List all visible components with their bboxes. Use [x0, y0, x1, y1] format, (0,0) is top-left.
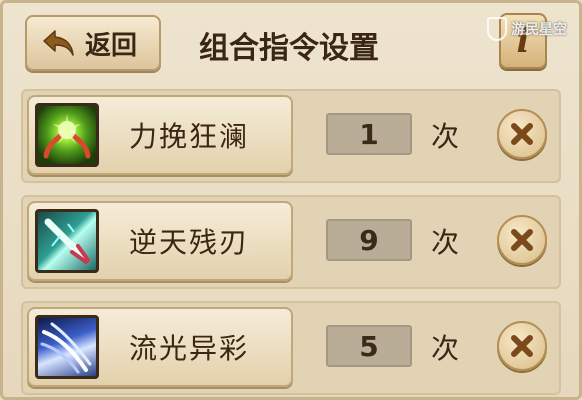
remove-button[interactable] [497, 215, 547, 265]
green-energy-hands-icon [35, 103, 99, 167]
skill-name: 力挽狂澜 [129, 120, 250, 153]
blue-claw-streaks-icon [35, 315, 99, 379]
skill-button[interactable]: 力挽狂澜 [27, 95, 293, 175]
page-title: 组合指令设置 [199, 31, 379, 66]
times-label: 次 [431, 120, 460, 153]
combo-command-panel: 返回 组合指令设置 i 游民星空 力挽狂澜 1 次 逆天残刃 9 次 流光异彩 … [0, 0, 582, 400]
skill-button[interactable]: 逆天残刃 [27, 201, 293, 281]
remove-button[interactable] [497, 321, 547, 371]
count-value[interactable]: 5 [326, 325, 412, 367]
command-row: 流光异彩 5 次 [21, 301, 561, 395]
times-label: 次 [431, 332, 460, 365]
watermark-logo-icon [487, 17, 507, 41]
count-value[interactable]: 9 [326, 219, 412, 261]
command-row: 逆天残刃 9 次 [21, 195, 561, 289]
count-value[interactable]: 1 [326, 113, 412, 155]
header-bar: 返回 组合指令设置 i 游民星空 [3, 3, 579, 81]
skill-button[interactable]: 流光异彩 [27, 307, 293, 387]
back-button-label: 返回 [85, 30, 138, 61]
close-icon [511, 123, 533, 145]
back-button[interactable]: 返回 [25, 15, 161, 71]
teal-blade-icon [35, 209, 99, 273]
close-icon [511, 229, 533, 251]
times-label: 次 [431, 226, 460, 259]
back-arrow-icon [41, 28, 77, 58]
watermark-text: 游民星空 [511, 22, 567, 38]
skill-name: 逆天残刃 [129, 226, 250, 259]
close-icon [511, 335, 533, 357]
remove-button[interactable] [497, 109, 547, 159]
skill-name: 流光异彩 [129, 332, 250, 365]
watermark: 游民星空 [487, 17, 567, 41]
command-row: 力挽狂澜 1 次 [21, 89, 561, 183]
